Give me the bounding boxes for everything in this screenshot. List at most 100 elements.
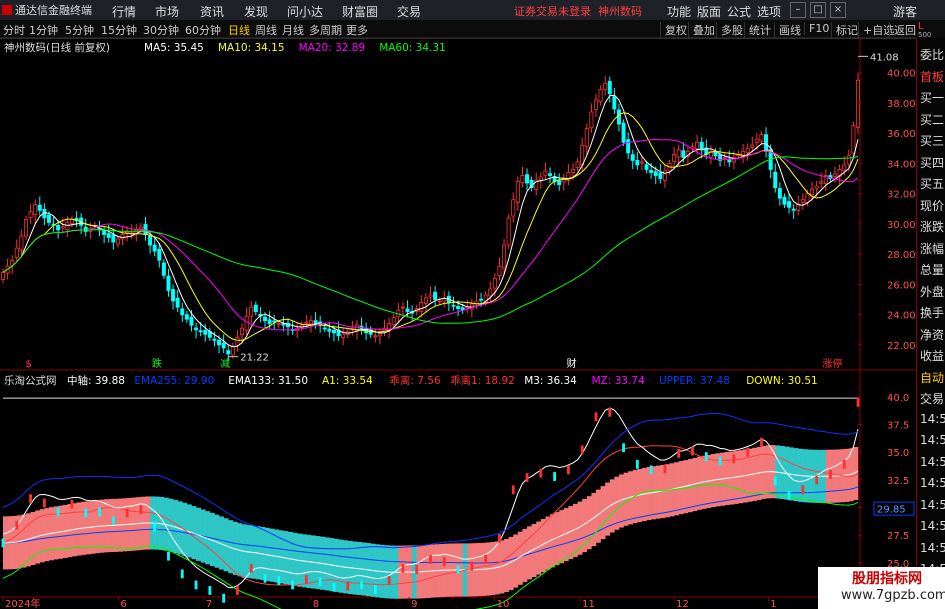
- sub-candle: [442, 557, 446, 567]
- event-marker: 涨停: [822, 357, 842, 370]
- sub-ytick-label: 40.0: [887, 393, 909, 404]
- main-ytick-label: 38.00: [887, 99, 916, 110]
- sub-indicator: DOWN: 30.51: [746, 375, 818, 387]
- candle-body: [226, 350, 231, 355]
- sub-candle: [429, 555, 432, 564]
- sub-candle: [498, 534, 501, 543]
- sub-candle: [746, 447, 750, 457]
- xtick-label: 9: [411, 599, 417, 609]
- candle-body: [805, 193, 810, 203]
- sub-candle: [167, 551, 170, 561]
- sub-candle: [580, 445, 584, 455]
- main-title: 神州数码(日线 前复权): [4, 41, 110, 54]
- sub-candle: [691, 446, 694, 456]
- event-marker: 财: [567, 357, 577, 370]
- candle-body: [713, 151, 718, 157]
- candle-body: [281, 323, 286, 326]
- sub-candle: [387, 576, 391, 585]
- sub-indicator: EMA255: 29.90: [134, 375, 214, 387]
- sub-candle: [139, 505, 143, 515]
- sub-candle: [208, 586, 212, 595]
- sub-candle: [718, 456, 722, 466]
- candle-body: [506, 217, 511, 246]
- candle-body: [649, 169, 654, 173]
- candle-body: [525, 174, 530, 184]
- candle-body: [662, 170, 667, 181]
- sub-indicator: UPPER: 37.48: [659, 375, 730, 387]
- candle-body: [189, 316, 194, 326]
- candle-body: [23, 218, 28, 237]
- candle-body: [681, 150, 686, 158]
- candle-body: [630, 154, 635, 161]
- sidebar-item: 买四: [920, 155, 945, 170]
- candle-body: [548, 173, 553, 176]
- candle-body: [14, 247, 19, 258]
- candle-body: [644, 164, 649, 170]
- sub-candle: [70, 499, 74, 509]
- candle-body: [391, 317, 396, 326]
- candle-body: [745, 147, 750, 153]
- candle-body: [212, 338, 217, 341]
- sub-candle: [801, 485, 805, 495]
- candle-body: [810, 188, 815, 195]
- sidebar-item: 买五: [920, 177, 945, 191]
- candle-body: [148, 235, 153, 246]
- candle-body: [639, 161, 644, 164]
- candle-body: [428, 294, 433, 298]
- candle-body: [773, 171, 778, 189]
- low-label: 21.22: [240, 353, 269, 364]
- candle-body: [653, 171, 658, 176]
- sub-candle: [829, 469, 832, 479]
- sub-candle: [815, 475, 819, 485]
- candle-body: [699, 141, 704, 151]
- main-ytick-label: 34.00: [887, 159, 916, 170]
- main-ytick-label: 22.00: [887, 341, 916, 352]
- sub-indicator: 乖离1: 18.92: [450, 374, 515, 387]
- candle-body: [543, 170, 548, 176]
- sidebar-item: 总量: [920, 263, 945, 277]
- sub-candle: [360, 580, 363, 590]
- sub-candle: [56, 507, 60, 517]
- watermark-line1: 股朋指标网: [852, 571, 922, 587]
- sub-candle: [622, 443, 625, 453]
- sidebar-item: 买二: [920, 112, 945, 127]
- candle-body: [842, 164, 847, 171]
- candle-body: [777, 188, 782, 199]
- candle-body: [19, 235, 24, 251]
- candle-body: [115, 238, 120, 245]
- candle-body: [166, 275, 171, 291]
- candle-body: [69, 218, 74, 224]
- candle-body: [157, 248, 162, 261]
- candle-body: [83, 226, 88, 232]
- sub-candle: [760, 437, 763, 447]
- sub-candle: [649, 465, 653, 475]
- candle-body: [695, 141, 700, 149]
- sidebar-item: 14:56: [920, 540, 945, 555]
- sub-ytick-label: 32.5: [887, 476, 909, 487]
- main-indicator: MA60: 34.31: [379, 42, 446, 54]
- candle-body: [437, 300, 442, 303]
- candle-body: [603, 82, 608, 90]
- candle-body: [433, 291, 438, 300]
- sub-candle: [373, 584, 377, 594]
- candle-body: [856, 79, 861, 128]
- sidebar-item: 14:56: [920, 519, 945, 533]
- sub-candle: [732, 454, 736, 464]
- candle-body: [322, 327, 327, 330]
- candle-body: [221, 342, 226, 349]
- candle-body: [373, 335, 378, 338]
- candle-body: [635, 159, 640, 166]
- main-ytick-label: 40.00: [887, 69, 916, 80]
- sub-candle: [291, 580, 294, 590]
- kline-chart[interactable]: 40.00 38.00 36.00 34.00 32.00 30.00 28.00 26.00…: [0, 0, 916, 609]
- candle-body: [492, 277, 497, 289]
- candle-body: [520, 175, 525, 183]
- sub-candle: [842, 459, 846, 469]
- candle-body: [423, 297, 428, 304]
- sidebar-item: 委比: [920, 48, 945, 62]
- candle-body: [120, 234, 125, 240]
- candle-body: [787, 201, 792, 208]
- sub-indicator: M3: 36.34: [524, 375, 577, 387]
- candle-body: [511, 199, 516, 217]
- sub-candle: [415, 565, 419, 574]
